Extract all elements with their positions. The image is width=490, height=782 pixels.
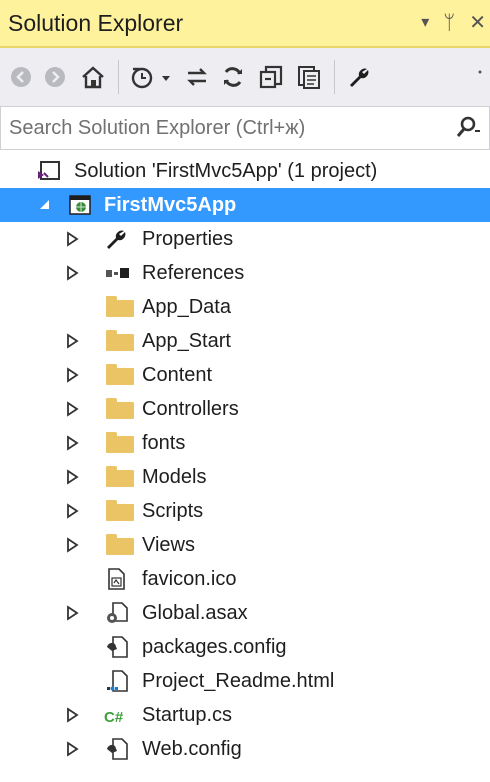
collapsed-arrow-icon[interactable] [66,333,80,349]
folder-icon [106,398,134,419]
collapsed-arrow-icon[interactable] [66,503,80,519]
panel-title: Solution Explorer [8,10,184,36]
folder-icon [106,364,134,385]
collapsed-arrow-icon[interactable] [66,707,80,723]
collapse-all-icon[interactable] [256,62,286,92]
tree-item-label: Web.config [142,738,242,760]
refresh-icon[interactable] [218,62,248,92]
tree-item-web-config[interactable]: Web.config [0,732,490,766]
search-input[interactable]: Search Solution Explorer (Ctrl+ж) [9,113,305,143]
expanded-arrow-icon[interactable] [38,197,52,213]
collapsed-arrow-icon[interactable] [66,265,80,281]
tree-item-controllers[interactable]: Controllers [0,392,490,426]
tree-item-label: Startup.cs [142,704,233,726]
show-all-files-icon[interactable] [294,62,324,92]
pending-changes-icon[interactable] [128,62,176,92]
tree-item-solution[interactable]: Solution 'FirstMvc5App' (1 project) [0,154,490,188]
tree-item-label: fonts [142,432,186,454]
solution-icon [36,159,62,183]
wrench-icon [104,227,130,251]
asax-file-icon [104,601,130,625]
folder-icon [106,466,134,487]
collapsed-arrow-icon[interactable] [66,741,80,757]
collapsed-arrow-icon[interactable] [66,469,80,485]
forward-icon[interactable] [42,62,68,92]
tree-item-global-asax[interactable]: Global.asax [0,596,490,630]
tree-item-project-readme[interactable]: Project_Readme.html [0,664,490,698]
html-file-icon [104,669,130,693]
tree-item-label: FirstMvc5App [104,194,237,216]
folder-icon [106,432,134,453]
tree-item-label: App_Start [142,330,231,352]
close-icon[interactable]: ✕ [469,9,486,37]
title-controls: ▾ ᛘ ✕ [421,8,486,38]
tree-item-label: Scripts [142,500,204,522]
tree-item-scripts[interactable]: Scripts [0,494,490,528]
tree-item-label: Properties [142,228,234,250]
back-icon[interactable] [8,62,34,92]
tree-item-label: favicon.ico [142,568,237,590]
csharp-file-icon: C# [104,709,124,726]
tree-item-label: Project_Readme.html [142,670,335,692]
toolbar-separator [334,60,335,94]
collapsed-arrow-icon[interactable] [66,605,80,621]
image-file-icon [104,567,130,591]
tree-item-label: Controllers [142,398,239,420]
tree-item-models[interactable]: Models [0,460,490,494]
tree-item-favicon[interactable]: favicon.ico [0,562,490,596]
tree-item-app-data[interactable]: App_Data [0,290,490,324]
folder-icon [106,500,134,521]
folder-icon [106,534,134,555]
tree-item-label: Solution 'FirstMvc5App' (1 project) [74,160,378,182]
collapsed-arrow-icon[interactable] [66,435,80,451]
pin-icon[interactable]: ᛘ [443,9,455,37]
sync-icon[interactable] [182,62,212,92]
folder-icon [106,330,134,351]
collapsed-arrow-icon[interactable] [66,231,80,247]
home-icon[interactable] [78,62,108,92]
tree-item-startup-cs[interactable]: C# Startup.cs [0,698,490,732]
collapsed-arrow-icon[interactable] [66,401,80,417]
tree-item-label: packages.config [142,636,287,658]
collapsed-arrow-icon[interactable] [66,537,80,553]
search-icon[interactable] [455,115,481,146]
toolbar [0,48,490,106]
title-bar: Solution Explorer ▾ ᛘ ✕ [0,0,490,48]
config-file-icon [104,737,130,761]
tree-item-project[interactable]: FirstMvc5App [0,188,490,222]
collapsed-arrow-icon[interactable] [66,367,80,383]
tree-item-content[interactable]: Content [0,358,490,392]
tree-item-properties[interactable]: Properties [0,222,490,256]
folder-icon [106,296,134,317]
dropdown-icon[interactable]: ▾ [421,9,429,37]
tree-item-references[interactable]: References [0,256,490,290]
toolbar-overflow-icon[interactable] [474,62,486,92]
tree-item-packages-config[interactable]: packages.config [0,630,490,664]
tree-item-fonts[interactable]: fonts [0,426,490,460]
tree-item-label: Content [142,364,213,386]
search-box[interactable]: Search Solution Explorer (Ctrl+ж) [0,106,490,150]
properties-icon[interactable] [344,62,374,92]
tree-item-label: References [142,262,245,284]
solution-tree: Solution 'FirstMvc5App' (1 project) Firs… [0,150,490,782]
toolbar-separator [118,60,119,94]
tree-item-label: App_Data [142,296,231,318]
tree-item-app-start[interactable]: App_Start [0,324,490,358]
tree-item-label: Global.asax [142,602,248,624]
web-project-icon [68,193,94,217]
references-icon [104,261,130,285]
tree-item-label: Models [142,466,207,488]
tree-item-views[interactable]: Views [0,528,490,562]
config-file-icon [104,635,130,659]
tree-item-label: Views [142,534,195,556]
